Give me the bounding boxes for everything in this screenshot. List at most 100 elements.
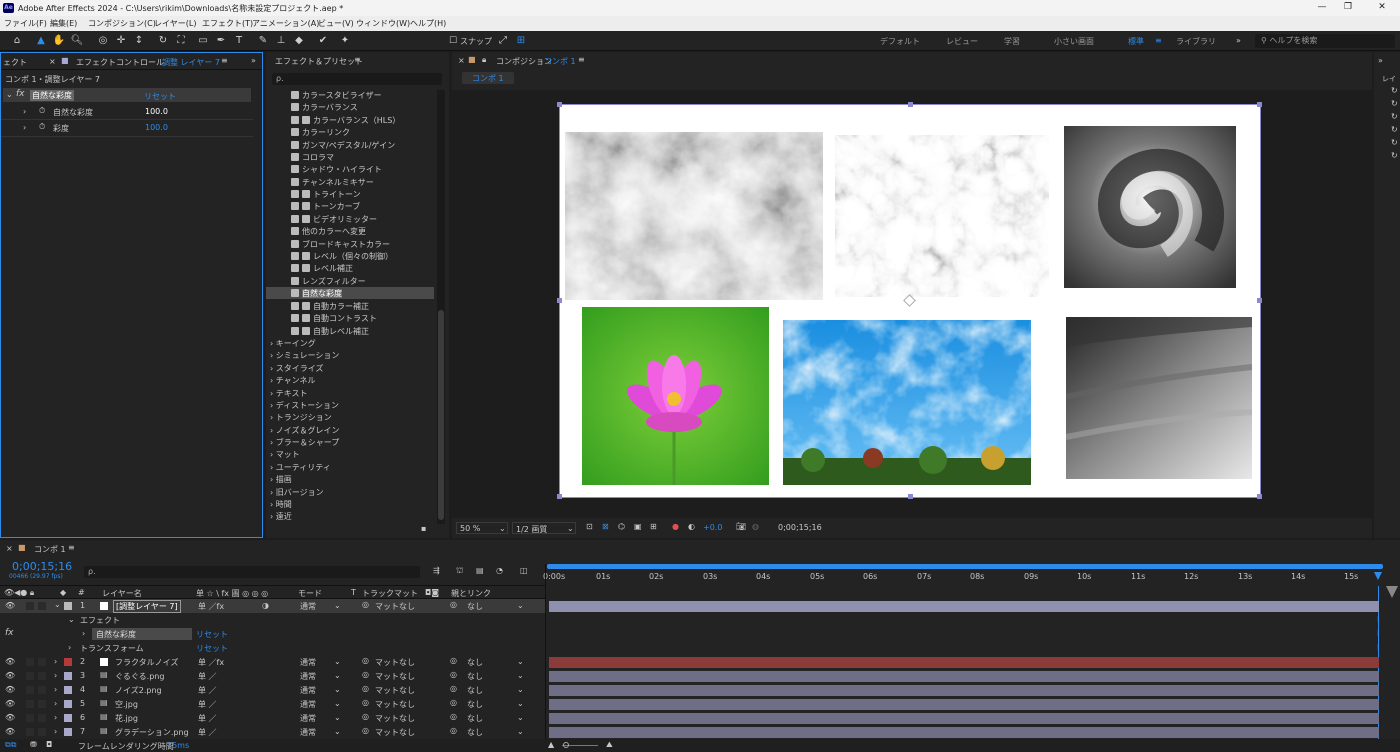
show-snapshot-icon[interactable]: ◍	[752, 522, 759, 531]
list-item[interactable]: トライトーン	[291, 189, 361, 200]
timeline-search-input[interactable]: ρ.	[84, 566, 420, 578]
layer-name[interactable]: グラデーション.png	[115, 727, 189, 738]
close-tab-icon[interactable]: ×	[49, 57, 56, 66]
right-panel-label[interactable]: レイ	[1382, 74, 1396, 84]
category-item[interactable]: › ディストーション	[270, 400, 339, 411]
category-item[interactable]: › ユーティリティ	[270, 462, 331, 473]
transform-handle[interactable]	[1257, 494, 1262, 499]
expand-chevron-icon[interactable]: ›	[54, 657, 57, 666]
effect-row[interactable]: fx › 自然な彩度 リセット	[0, 627, 545, 641]
parent-value[interactable]: なし	[467, 685, 483, 696]
workspace-default[interactable]: デフォルト	[880, 36, 920, 47]
audio-switch[interactable]	[26, 700, 34, 708]
category-item[interactable]: › 遠近	[270, 511, 292, 522]
snap-grid-icon[interactable]: ⊞	[514, 34, 528, 48]
label-color-swatch[interactable]	[64, 700, 72, 708]
track-matte-value[interactable]: マットなし	[375, 685, 415, 696]
parent-value[interactable]: なし	[467, 699, 483, 710]
parent-pickwhip-icon[interactable]: ◎	[450, 656, 457, 665]
zoom-select[interactable]: 50 % ⌄	[456, 522, 508, 534]
transform-handle[interactable]	[557, 298, 562, 303]
parent-value[interactable]: なし	[467, 727, 483, 738]
eraser-tool-icon[interactable]: ◆	[292, 34, 306, 48]
chevron-down-icon[interactable]: ⌄	[334, 727, 341, 736]
expand-chevron-icon[interactable]: ›	[54, 671, 57, 680]
frame-blending-icon[interactable]: ▤	[476, 566, 484, 575]
list-item[interactable]: 自動カラー補正	[291, 301, 369, 312]
zoom-slider-thumb[interactable]	[563, 742, 569, 748]
layer-name[interactable]: フラクタルノイズ	[115, 657, 178, 668]
menu-help[interactable]: ヘルプ(H)	[410, 18, 446, 29]
lock-switch[interactable]	[38, 686, 46, 694]
table-row[interactable]: 👁︎ › 2 フラクタルノイズ 单 ／fx 通常 ⌄ ◎ マットなし ◎ なし …	[0, 655, 545, 669]
track-matte-value[interactable]: マットなし	[375, 671, 415, 682]
help-search-input[interactable]: ⚲ ヘルプを検索	[1255, 34, 1395, 48]
menu-layer[interactable]: レイヤー(L)	[154, 18, 196, 29]
audio-switch[interactable]	[26, 714, 34, 722]
transform-reset-button[interactable]: リセット	[196, 643, 228, 654]
category-item[interactable]: › テキスト	[270, 388, 308, 399]
prop-value[interactable]: 100.0	[145, 107, 168, 116]
parent-value[interactable]: なし	[467, 713, 483, 724]
pickwhip-icon[interactable]: ◎	[362, 712, 369, 721]
panel-menu-icon[interactable]: ≡	[578, 55, 585, 64]
chevron-down-icon[interactable]: ⌄	[517, 727, 524, 736]
exposure-value[interactable]: +0.0	[703, 523, 722, 532]
pickwhip-icon[interactable]: ◎	[362, 726, 369, 735]
toggle-modes-icon[interactable]: ⛃	[30, 740, 37, 749]
list-item[interactable]: カラーバランス（HLS）	[291, 115, 400, 126]
list-item-selected[interactable]: 自然な彩度	[291, 288, 342, 299]
shy-icon[interactable]: ⛫	[456, 566, 463, 576]
category-item[interactable]: › トランジション	[270, 412, 332, 423]
eye-icon[interactable]: 👁︎	[5, 657, 15, 666]
hand-tool-icon[interactable]: ✋	[52, 34, 66, 48]
menu-animation[interactable]: アニメーション(A)	[252, 18, 319, 29]
effect-header-row[interactable]: ⌄ fx 自然な彩度 リセット	[3, 88, 251, 102]
parent-pickwhip-icon[interactable]: ◎	[450, 600, 457, 609]
menu-composition[interactable]: コンポジション(C)	[88, 18, 156, 29]
keyframe-marker[interactable]: I	[1377, 615, 1379, 624]
category-item[interactable]: › ノイズ＆グレイン	[270, 425, 340, 436]
lock-switch[interactable]	[38, 714, 46, 722]
selection-tool-icon[interactable]: ▲	[34, 34, 48, 48]
parent-pickwhip-icon[interactable]: ◎	[450, 670, 457, 679]
transform-handle[interactable]	[557, 102, 562, 107]
lock-switch[interactable]	[38, 602, 46, 610]
close-tab-icon[interactable]: ×	[458, 56, 465, 65]
time-ruler[interactable]: 0:00s 01s 02s 03s 04s 05s 06s 07s 08s 09…	[543, 564, 1385, 586]
list-item[interactable]: シャドウ・ハイライト	[291, 164, 382, 175]
switches-icons[interactable]: 单 ／	[198, 685, 217, 696]
category-item[interactable]: › シミュレーション	[270, 350, 339, 361]
chevron-down-icon[interactable]: ⌄	[517, 713, 524, 722]
adjustment-switch-icon[interactable]: ◑	[262, 601, 269, 610]
layer-duration-bar[interactable]	[549, 671, 1379, 682]
list-item[interactable]: レンズフィルター	[291, 276, 366, 287]
camera-snapshot-icon[interactable]: 📷︎	[736, 522, 746, 531]
switches-icons[interactable]: 单 ／fx	[198, 601, 224, 612]
viewer-timecode[interactable]: 0;00;15;16	[778, 523, 822, 532]
brush-tool-icon[interactable]: ✎	[256, 34, 270, 48]
eye-icon[interactable]: 👁︎	[5, 713, 15, 722]
pickwhip-icon[interactable]: ◎	[362, 684, 369, 693]
effects-group-row[interactable]: ⌄ エフェクト	[0, 613, 545, 627]
lock-icon[interactable]: 🔒︎	[482, 55, 486, 65]
list-item[interactable]: ガンマ/ペデスタル/ゲイン	[291, 140, 395, 151]
transform-handle[interactable]	[908, 102, 913, 107]
parent-pickwhip-icon[interactable]: ◎	[450, 684, 457, 693]
chevron-down-icon[interactable]: ⌄	[334, 713, 341, 722]
list-item[interactable]: レベル補正	[291, 263, 353, 274]
switches-icons[interactable]: 单 ／	[198, 671, 217, 682]
pickwhip-icon[interactable]: ◎	[362, 600, 369, 609]
pickwhip-icon[interactable]: ◎	[362, 698, 369, 707]
chevron-down-icon[interactable]: ⌄	[334, 601, 341, 610]
effect-reset-button[interactable]: リセット	[144, 91, 176, 102]
transform-group-row[interactable]: › トランスフォーム リセット	[0, 641, 545, 655]
menu-view[interactable]: ビュー(V)	[318, 18, 354, 29]
expand-chevron-icon[interactable]: ›	[54, 727, 57, 736]
panel-menu-icon[interactable]: ≡	[221, 56, 228, 65]
scrollbar-thumb[interactable]	[438, 310, 444, 520]
track-matte-value[interactable]: マットなし	[375, 699, 415, 710]
label-color-swatch[interactable]	[64, 602, 72, 610]
undo-history-icon[interactable]: ↻	[1391, 99, 1398, 108]
expand-chevron-icon[interactable]: ›	[54, 699, 57, 708]
